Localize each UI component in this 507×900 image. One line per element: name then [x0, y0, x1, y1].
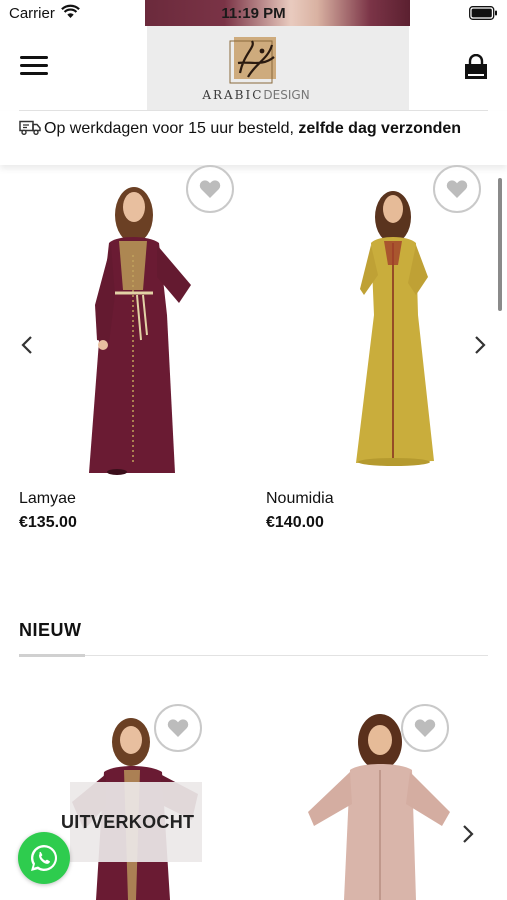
scrollbar[interactable] [498, 178, 502, 311]
heart-icon [446, 180, 468, 198]
section-divider-accent [19, 654, 85, 657]
sold-out-badge: UITVERKOCHT [61, 812, 195, 832]
logo-emblem-icon [229, 37, 276, 84]
product-price: €135.00 [19, 514, 77, 531]
wishlist-heart-button[interactable] [186, 165, 234, 213]
shipping-notice-text: Op werkdagen voor 15 uur besteld, zelfde… [19, 116, 489, 142]
hamburger-menu-icon[interactable] [20, 56, 48, 78]
heart-icon [167, 719, 189, 737]
status-clock: 11:19 PM [221, 5, 286, 22]
product-price: €140.00 [266, 514, 324, 531]
product-image[interactable] [266, 165, 466, 475]
product-image[interactable] [19, 165, 219, 475]
whatsapp-icon [31, 845, 58, 871]
product-card[interactable]: Noumidia €140.00 [266, 165, 481, 545]
product-carousel[interactable]: Lamyae €135.00 Noumidia €140.00 [0, 165, 507, 545]
logo-wordmark: ARABICDESIGN [202, 88, 310, 102]
product-name[interactable]: Noumidia [266, 490, 334, 508]
whatsapp-chat-button[interactable] [18, 832, 70, 884]
carousel-next-arrow-icon[interactable] [461, 824, 475, 844]
heart-icon [414, 719, 436, 737]
carousel-next-arrow-icon[interactable] [473, 335, 487, 355]
product-name[interactable]: Lamyae [19, 490, 76, 508]
battery-icon [469, 6, 497, 20]
status-bar: Carrier 11:19 PM [0, 0, 507, 26]
shopping-bag-icon[interactable] [463, 54, 489, 80]
section-title-new: NIEUW [19, 620, 82, 640]
wishlist-heart-button[interactable] [154, 704, 202, 752]
carousel-prev-arrow-icon[interactable] [20, 335, 34, 355]
truck-icon [19, 120, 41, 135]
wishlist-heart-button[interactable] [401, 704, 449, 752]
product-card[interactable]: Lamyae €135.00 [19, 165, 234, 545]
heart-icon [199, 180, 221, 198]
arabic-design-logo[interactable]: ARABICDESIGN [198, 33, 314, 107]
section-divider [19, 655, 488, 656]
wishlist-heart-button[interactable] [433, 165, 481, 213]
shipping-notice: Op werkdagen voor 15 uur besteld, zelfde… [0, 111, 507, 165]
